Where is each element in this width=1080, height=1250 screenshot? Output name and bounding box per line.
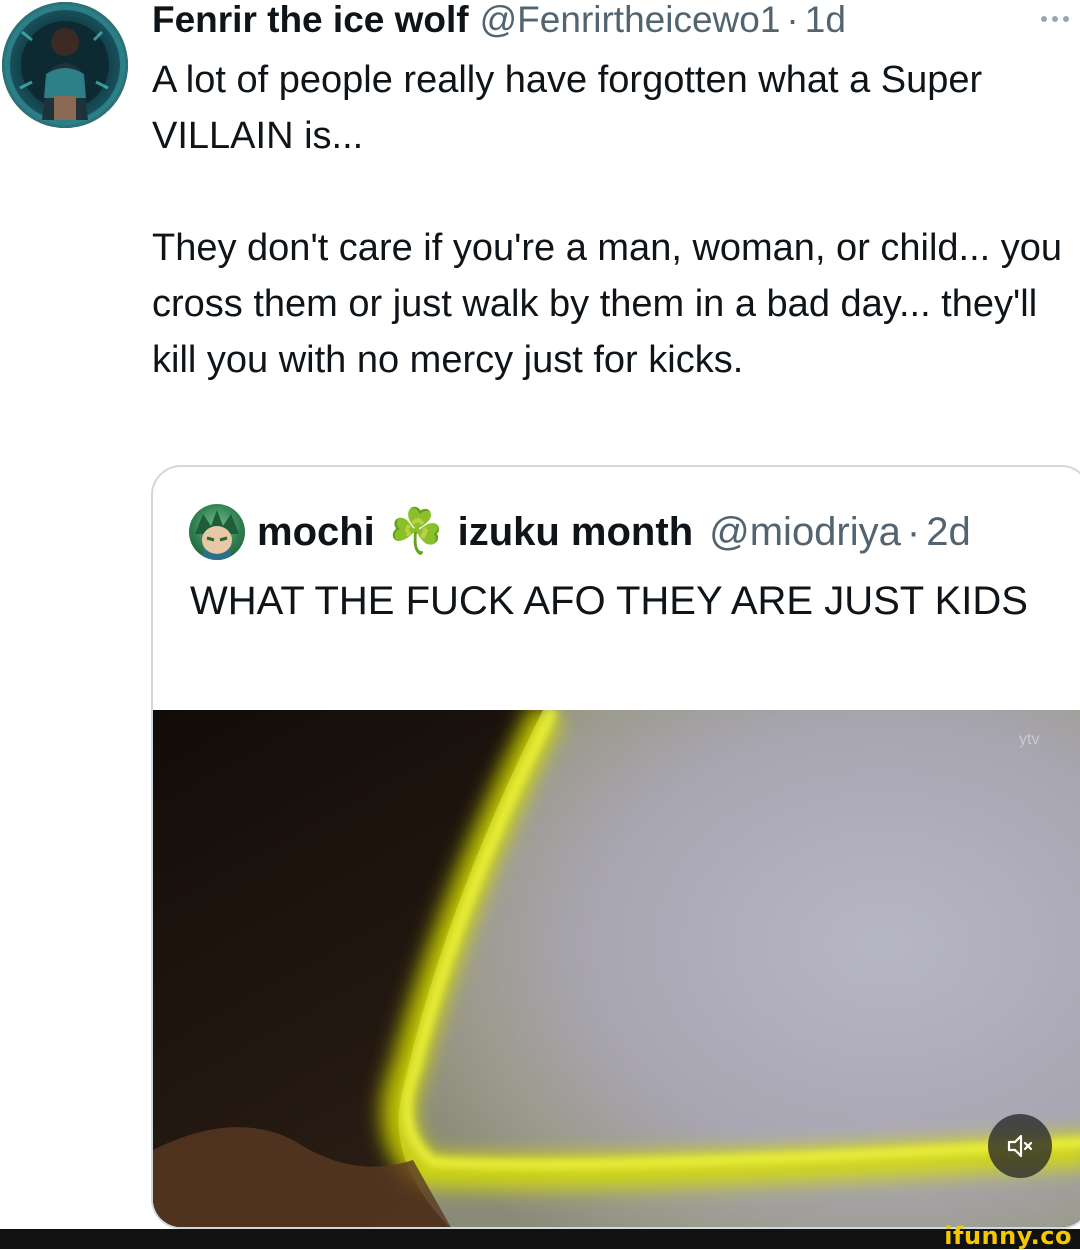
quoted-author-handle[interactable]: @miodriya [709,510,901,555]
tweet-header: Fenrir the ice wolf @Fenrirtheicewo1 · 1… [152,0,1052,46]
quoted-author-name[interactable]: mochi ☘️ izuku month [257,510,693,555]
ifunny-watermark: ifunny.co [944,1222,1072,1250]
separator-dot: · [786,0,799,40]
watermark-bar [0,1229,1080,1249]
quoted-author-name-part2: izuku month [457,509,694,554]
author-avatar[interactable] [2,2,128,128]
quoted-tweet-card[interactable]: mochi ☘️ izuku month @miodriya · 2d WHAT… [151,465,1080,1229]
tweet-paragraph-2: They don't care if you're a man, woman, … [152,227,1063,381]
shamrock-icon: ☘️ [388,507,444,556]
video-frame: ytv [153,710,1080,1227]
speaker-muted-icon[interactable] [988,1114,1052,1178]
video-watermark: ytv [1019,731,1039,748]
more-horizontal-icon[interactable] [1030,2,1080,36]
tweet-timestamp[interactable]: 1d [805,0,846,46]
tweet-text: A lot of people really have forgotten wh… [152,52,1077,388]
tweet-paragraph-1: A lot of people really have forgotten wh… [152,59,983,157]
author-name[interactable]: Fenrir the ice wolf [152,0,469,46]
quoted-tweet-text: WHAT THE FUCK AFO THEY ARE JUST KIDS [190,579,1028,623]
quoted-author-name-part1: mochi [257,509,375,554]
video-player[interactable]: ytv [153,710,1080,1227]
quoted-tweet-timestamp[interactable]: 2d [926,510,971,555]
separator-dot: · [906,509,921,554]
quoted-author-avatar[interactable] [189,504,245,560]
quoted-tweet-header: mochi ☘️ izuku month @miodriya · 2d [257,505,971,559]
author-handle[interactable]: @Fenrirtheicewo1 [480,0,781,46]
